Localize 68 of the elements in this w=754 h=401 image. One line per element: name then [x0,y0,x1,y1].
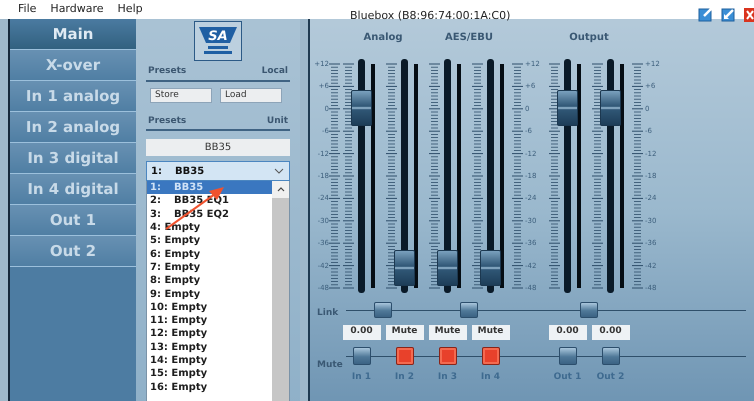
link-toggle-button[interactable] [460,302,478,318]
fader-thumb[interactable] [480,250,501,286]
group-heading: Output [569,31,609,45]
mute-button[interactable] [396,347,414,365]
menu-item[interactable]: File [18,1,36,18]
channel-value: Mute [472,324,510,340]
channel-value: Mute [386,324,424,340]
preset-option[interactable]: 5: Empty [147,234,272,248]
preset-option[interactable]: 12: Empty [147,327,272,341]
mute-button[interactable] [558,347,576,365]
scrollbar[interactable] [272,181,289,401]
edit-icon[interactable] [721,6,737,22]
channel-name: In 4 [480,371,500,384]
preset-option[interactable]: 9: Empty [147,287,272,301]
preset-option[interactable]: 6: Empty [147,247,272,261]
annotation-arrow [163,184,227,232]
section-scope: Unit [266,114,288,128]
group-heading: AES/EBU [445,31,493,45]
channel-value: 0.00 [592,324,630,340]
link-toggle-button[interactable] [374,302,392,318]
logo: SA [194,21,242,61]
link-label: Link [317,308,338,318]
preset-option[interactable]: 10: Empty [147,300,272,314]
preset-option[interactable]: 13: Empty [147,340,272,354]
preset-button[interactable]: Load [220,88,282,102]
close-icon[interactable] [744,6,754,22]
channel-name: In 1 [352,371,372,384]
preset-option[interactable]: 15: Empty [147,367,272,380]
mute-button[interactable] [352,347,370,365]
menu-item[interactable]: Help [118,1,143,18]
group-heading: Analog [363,31,403,45]
preset-button[interactable]: Store [150,88,212,102]
section-title: Presets [148,65,186,78]
channel-name: In 3 [438,371,458,384]
channel-name: Out 2 [596,371,624,384]
preset-option[interactable]: 16: Empty [147,380,272,394]
mute-button[interactable] [602,347,620,365]
preset-option[interactable]: 8: Empty [147,274,272,288]
preset-option[interactable]: 11: Empty [147,314,272,328]
preset-name-field[interactable]: BB35 [146,139,290,156]
preset-option[interactable]: 14: Empty [147,354,272,368]
link-toggle-button[interactable] [580,302,598,318]
fader-thumb[interactable] [437,250,458,286]
nav-tab[interactable]: Main [10,19,136,50]
mute-label: Mute [317,360,343,370]
preset-option[interactable]: 7: Empty [147,260,272,274]
section-title: Presets [148,114,186,128]
channel-value: 0.00 [548,324,586,340]
channel-value: 0.00 [342,324,380,340]
window-title: Bluebox (B8:96:74:00:1A:C0) [350,8,510,24]
fader-thumb[interactable] [557,90,578,126]
section-scope: Local [262,65,288,78]
chevron-up-icon [276,187,284,192]
edit-icon[interactable] [698,6,714,22]
fader-thumb[interactable] [600,90,621,126]
preset-name: BB35 [175,164,206,178]
channel-name: Out 1 [554,371,582,384]
chevron-down-icon [274,168,284,174]
fader-thumb[interactable] [351,90,372,126]
channel-name: In 2 [394,371,414,384]
channel-value: Mute [428,324,466,340]
menu-item[interactable]: Hardware [50,1,104,18]
preset-number: 1: [151,164,163,178]
preset-option[interactable]: 4: Empty [147,220,272,234]
mute-button[interactable] [438,347,456,365]
preset-dropdown[interactable]: 1: BB35 [146,161,290,181]
mute-button[interactable] [482,347,500,365]
fader-thumb[interactable] [394,250,415,286]
